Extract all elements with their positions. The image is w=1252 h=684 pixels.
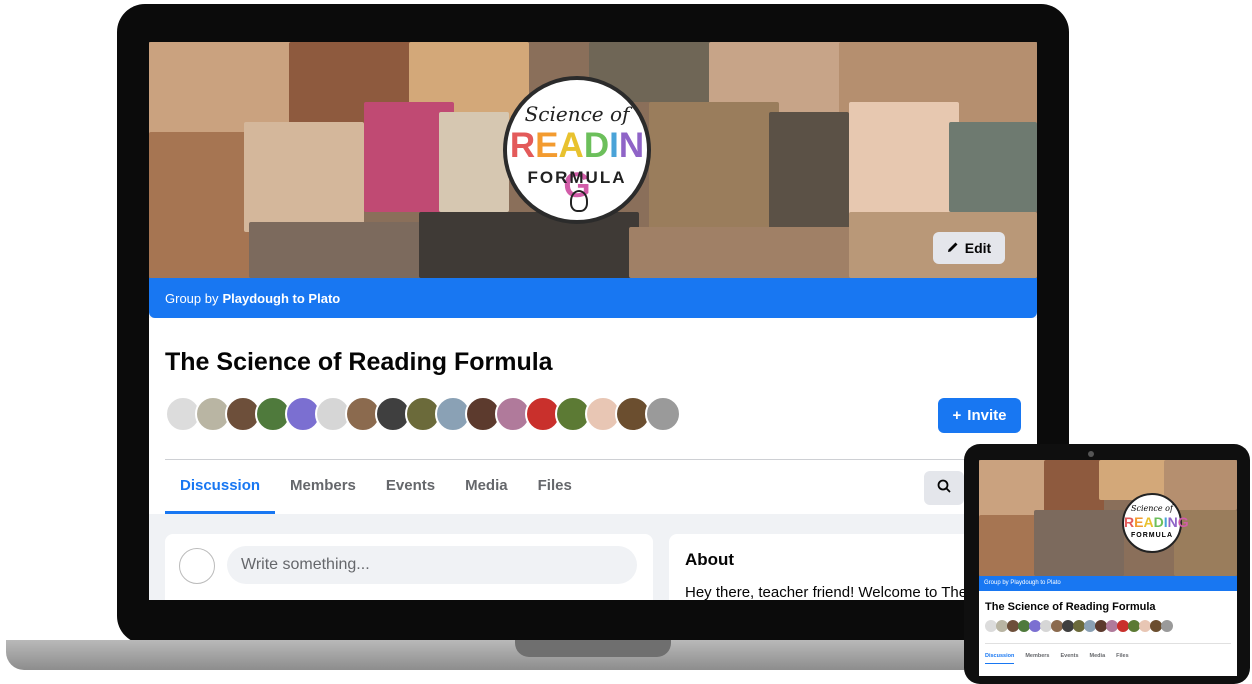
member-avatars[interactable] (165, 396, 681, 432)
logo-letter: D (1153, 514, 1164, 530)
tablet-member-avatar (1161, 620, 1173, 632)
avatar (179, 548, 215, 584)
tablet-tab-media[interactable]: Media (1090, 653, 1106, 664)
logo-letter: R (1124, 514, 1135, 530)
group-tabs: Discussion Members Events Media Files (165, 460, 587, 514)
tablet-logo-formula: FORMULA (1131, 532, 1173, 539)
tab-members[interactable]: Members (275, 460, 371, 514)
collage-photo (769, 112, 849, 232)
collage-photo (1044, 460, 1104, 515)
collage-photo (849, 102, 959, 222)
group-title: The Science of Reading Formula (165, 348, 553, 376)
write-something-input[interactable]: Write something... (227, 546, 637, 584)
group-owner-link[interactable]: Playdough to Plato (222, 291, 340, 306)
invite-label: Invite (967, 407, 1007, 424)
tablet-cover-photo: Science of READING FORMULA (979, 460, 1237, 576)
member-avatar[interactable] (645, 396, 681, 432)
tablet-divider (985, 643, 1231, 644)
tablet-tab-discussion[interactable]: Discussion (985, 653, 1015, 664)
lightbulb-icon (570, 190, 588, 212)
collage-photo (1034, 510, 1124, 576)
tablet-group-title: The Science of Reading Formula (985, 601, 1156, 613)
tablet-member-avatars (985, 620, 1173, 632)
collage-photo (439, 112, 509, 212)
post-composer: Write something... (165, 534, 653, 600)
logo-letter: E (535, 126, 559, 165)
logo-letter: N (1167, 514, 1178, 530)
pencil-icon (947, 240, 959, 256)
group-owner-bar: Group by Playdough to Plato (149, 278, 1037, 318)
tab-events[interactable]: Events (371, 460, 450, 514)
logo-letter: R (509, 126, 536, 165)
logo-letter: A (1143, 514, 1154, 530)
logo-letter: N (618, 126, 645, 165)
tab-discussion[interactable]: Discussion (165, 460, 276, 514)
collage-photo (419, 212, 639, 278)
tablet-group-owner-bar: Group by Playdough to Plato (979, 576, 1237, 591)
logo-script-text: Science of (524, 102, 630, 126)
tablet-logo-script: Science of (1131, 504, 1173, 513)
tablet-tabs: Discussion Members Events Media Files (985, 653, 1129, 664)
laptop-notch (515, 640, 671, 657)
group-by-label: Group by (165, 290, 219, 306)
search-button[interactable] (924, 471, 964, 505)
about-title: About (685, 550, 735, 569)
tablet-tab-events[interactable]: Events (1061, 653, 1079, 664)
edit-label: Edit (964, 240, 992, 256)
plus-icon: + (952, 407, 962, 424)
tablet-logo-reading: READING (1124, 514, 1189, 530)
invite-button[interactable]: + Invite (938, 398, 1021, 433)
tablet-camera (1088, 451, 1094, 457)
science-of-reading-logo: Science of READING FORMULA (503, 76, 651, 224)
collage-photo (979, 515, 1039, 576)
edit-cover-button[interactable]: Edit (933, 232, 1005, 264)
logo-letter: I (609, 126, 619, 165)
collage-photo (149, 132, 259, 278)
collage-photo (249, 222, 429, 278)
search-icon (937, 479, 951, 498)
laptop-screen: Science of READING FORMULA Edit Group by… (149, 42, 1037, 600)
tab-files[interactable]: Files (523, 460, 587, 514)
logo-formula-text: FORMULA (527, 168, 627, 187)
logo-letter: G (1177, 514, 1189, 530)
cover-photo: Science of READING FORMULA Edit (149, 42, 1037, 278)
tablet-tab-members[interactable]: Members (1025, 653, 1049, 664)
tablet-logo: Science of READING FORMULA (1122, 493, 1189, 553)
collage-photo (1164, 460, 1237, 510)
collage-photo (629, 227, 859, 278)
collage-photo (244, 122, 364, 232)
tablet-screen: Science of READING FORMULA Group by Play… (979, 460, 1237, 676)
collage-photo (649, 102, 779, 232)
logo-letter: D (583, 126, 610, 165)
collage-photo (949, 122, 1037, 212)
logo-letter: A (558, 126, 584, 165)
tab-media[interactable]: Media (450, 460, 523, 514)
tablet-tab-files[interactable]: Files (1116, 653, 1129, 664)
group-header: The Science of Reading Formula + Invite … (149, 318, 1037, 514)
about-text: Hey there, teacher friend! Welcome to Th… (685, 584, 968, 600)
